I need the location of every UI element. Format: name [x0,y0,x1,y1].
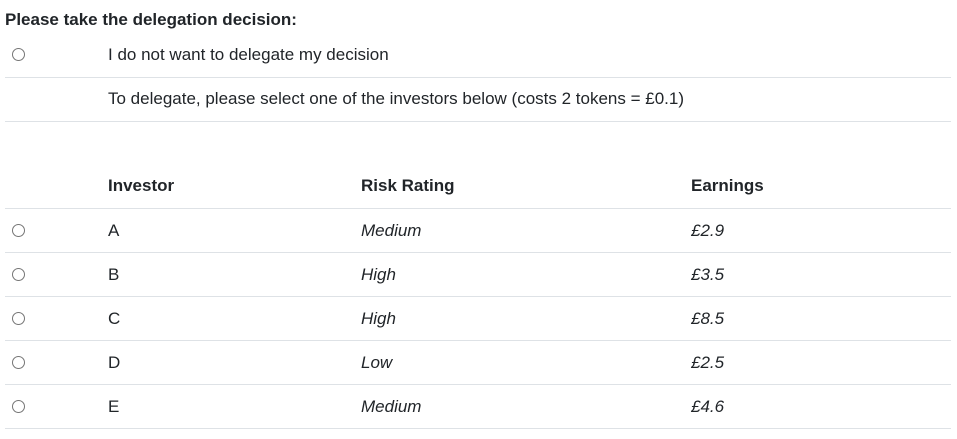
investor-radio-c[interactable] [12,312,25,325]
investor-radio-e[interactable] [12,400,25,413]
investor-header-row: Investor Risk Rating Earnings [5,165,951,209]
investor-radio-a[interactable] [12,224,25,237]
investor-earnings: £3.5 [691,264,725,284]
column-header-earnings: Earnings [691,176,764,196]
investor-earnings: £2.9 [691,220,725,240]
investor-risk: High [361,308,396,328]
investor-risk: Medium [361,220,422,240]
spacer-row [5,121,951,165]
investor-row-d[interactable]: D Low £2.5 [5,341,951,385]
investor-radio-d[interactable] [12,356,25,369]
investor-row-b[interactable]: B High £3.5 [5,253,951,297]
investor-name: A [108,220,120,240]
no-delegate-radio[interactable] [12,48,25,62]
investor-risk: Low [361,352,393,372]
delegate-instruction: To delegate, please select one of the in… [108,89,684,108]
investor-radio-b[interactable] [12,268,25,281]
column-header-investor: Investor [108,176,175,196]
no-delegate-label: I do not want to delegate my decision [108,44,389,64]
investor-risk: Medium [361,396,422,416]
investor-name: D [108,352,121,372]
investor-name: B [108,264,120,284]
delegate-instruction-row: To delegate, please select one of the in… [5,77,951,121]
delegation-heading: Please take the delegation decision: [5,10,297,29]
column-header-risk: Risk Rating [361,176,455,196]
investor-name: E [108,396,120,416]
investor-row-e[interactable]: E Medium £4.6 [5,385,951,429]
investor-name: C [108,308,121,328]
investor-earnings: £8.5 [691,308,725,328]
investor-earnings: £4.6 [691,396,725,416]
investor-earnings: £2.5 [691,352,725,372]
no-delegate-row[interactable]: I do not want to delegate my decision [5,33,951,77]
delegation-table: I do not want to delegate my decision To… [5,33,951,429]
investor-row-c[interactable]: C High £8.5 [5,297,951,341]
investor-row-a[interactable]: A Medium £2.9 [5,209,951,253]
investor-risk: High [361,264,396,284]
